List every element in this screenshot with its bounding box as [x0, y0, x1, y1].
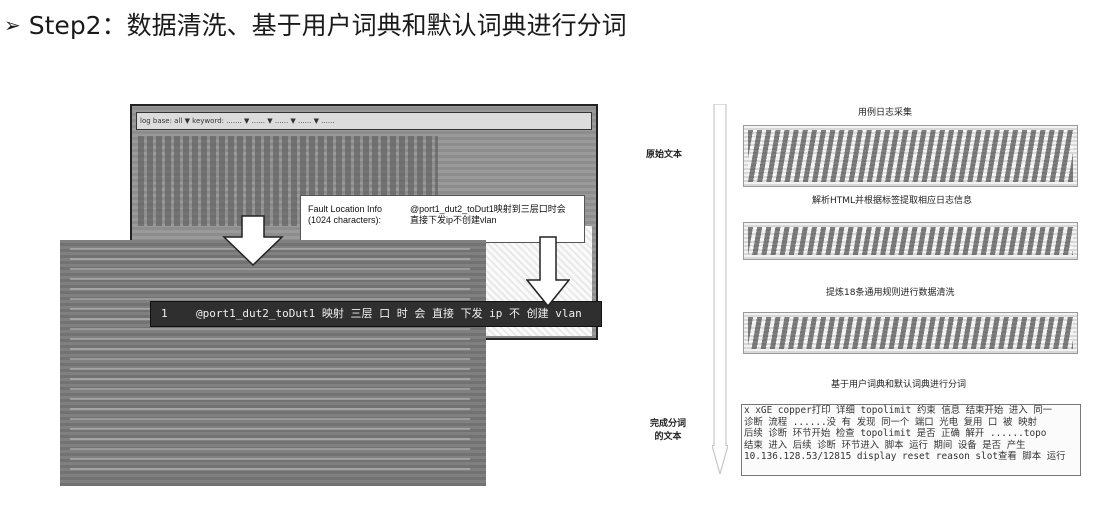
parsed-log-image-text	[748, 227, 1073, 255]
log-toolbar: log base: all ▼ keyword: ....... ▼ .....…	[136, 112, 592, 130]
segmented-text-label-line2: 的文本	[654, 432, 682, 442]
parsed-log-image	[743, 222, 1078, 260]
down-arrow-icon	[526, 236, 570, 308]
segmented-line: x xGE copper打印 详细 topolimit 约束 信息 结束开始 进…	[744, 405, 1053, 416]
step-label: 基于用户词典和默认词典进行分词	[831, 380, 967, 390]
cleaned-log-image	[743, 312, 1078, 354]
info-label: Fault Location Info (1024 characters):	[308, 204, 393, 226]
segmented-line: 后续 诊断 环节开始 检查 topolimit 是否 正确 解开 ......t…	[744, 428, 1047, 439]
raw-log-image-text	[748, 130, 1073, 182]
slide-title: ➢ Step2：数据清洗、基于用户词典和默认词典进行分词	[4, 6, 627, 42]
segmented-line: 诊断 流程 ......没 有 发现 同一个 端口 光电 复用 口 被 映射	[744, 416, 1037, 428]
segmented-line: 10.136.128.53/12815 display reset reason…	[744, 451, 1066, 462]
down-arrow-icon	[222, 215, 284, 267]
slide-title-text: Step2：数据清洗、基于用户词典和默认词典进行分词	[28, 11, 627, 40]
info-value-line1: @port1_dut2_toDut1映射到三层口时会	[410, 204, 566, 214]
step-label: 用例日志采集	[858, 108, 913, 118]
code-line-text: @port1_dut2_toDut1 映射 三层 口 时 会 直接 下发 ip …	[196, 307, 582, 320]
info-value-line2: 直接下发ip不创建vlan	[410, 215, 497, 225]
code-line-number: 1	[161, 307, 168, 320]
flow-down-arrow-icon	[712, 104, 728, 474]
info-value: @port1_dut2_toDut1映射到三层口时会 直接下发ip不创建vlan	[410, 204, 575, 226]
raw-log-image	[743, 125, 1078, 187]
info-label-line1: Fault Location Info	[308, 204, 383, 214]
editor-screenshot	[60, 240, 486, 486]
step-label: 解析HTML并根据标签提取相应日志信息	[812, 196, 973, 206]
segmented-text-box: x xGE copper打印 详细 topolimit 约束 信息 结束开始 进…	[741, 404, 1081, 476]
step-label: 提炼18条通用规则进行数据清洗	[826, 288, 955, 298]
segmented-line: 结束 进入 后续 诊断 环节进入 脚本 运行 期间 设备 是否 产生	[744, 439, 1026, 451]
bullet-arrow-icon: ➢	[4, 13, 21, 37]
segmented-text-label: 完成分词 的文本	[638, 418, 698, 444]
info-label-line2: (1024 characters):	[308, 215, 382, 225]
cleaned-log-image-text	[748, 317, 1073, 349]
segmented-text-label-line1: 完成分词	[649, 419, 686, 429]
raw-text-label: 原始文本	[645, 150, 682, 160]
blurred-editor-text	[70, 248, 470, 478]
